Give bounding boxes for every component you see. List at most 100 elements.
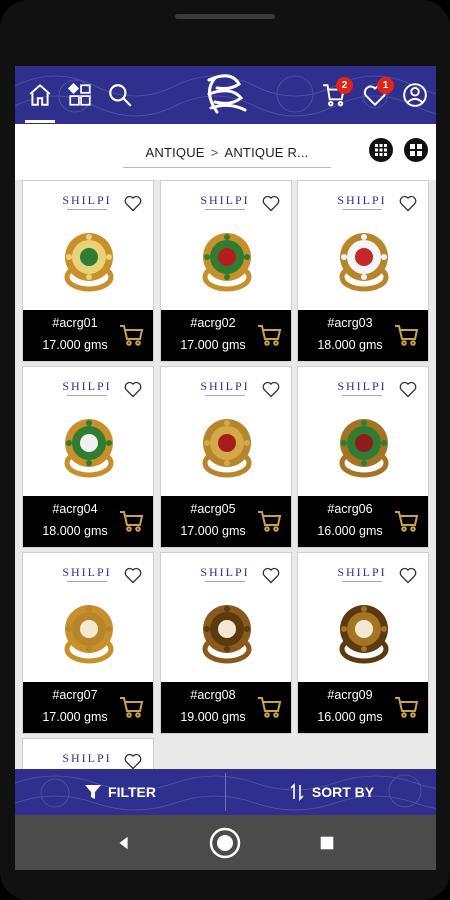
search-icon[interactable] [105,80,135,110]
home-icon[interactable] [25,80,55,110]
brand-logo-text: SHILPI [62,565,112,579]
phone-frame: 2 1 ANTIQUE > ANTIQUE R... SHILPI #acrg01 17… [0,0,450,900]
wishlist-heart-icon[interactable] [261,565,281,585]
brand-logo-icon[interactable] [201,72,249,118]
cart-count-badge: 2 [336,77,353,94]
product-info-bar: #acrg05 17.000 gms [161,496,291,547]
add-to-cart-icon[interactable] [394,323,420,347]
wishlist-heart-icon[interactable] [123,193,143,213]
add-to-cart-icon[interactable] [257,323,283,347]
brand-tagline-line [195,209,255,211]
product-card[interactable]: SHILPI #acrg05 17.000 gms [160,366,292,548]
cart-icon[interactable]: 2 [319,77,353,110]
brand-logo-text: SHILPI [337,565,387,579]
brand-tagline-line [332,581,392,583]
product-weight: 17.000 gms [42,338,108,352]
add-to-cart-icon[interactable] [257,695,283,719]
brand-logo-text: SHILPI [200,565,250,579]
product-card[interactable]: SHILPI #acrg04 18.000 gms [22,366,154,548]
add-to-cart-icon[interactable] [394,695,420,719]
brand-logo-text: SHILPI [200,193,250,207]
wishlist-heart-icon[interactable] [398,379,418,399]
wishlist-heart-icon[interactable] [123,751,143,770]
product-info-bar: #acrg03 18.000 gms [298,310,428,361]
product-code: #acrg03 [327,316,373,330]
home-active-indicator [25,120,55,123]
ring-image[interactable] [330,413,398,481]
filter-button[interactable]: FILTER [15,769,225,815]
breadcrumb-separator: > [210,145,219,160]
add-to-cart-icon[interactable] [119,323,145,347]
product-info-bar: #acrg09 16.000 gms [298,682,428,733]
wishlist-heart-icon[interactable] [123,379,143,399]
product-info-bar: #acrg06 16.000 gms [298,496,428,547]
wishlist-icon[interactable]: 1 [360,77,394,110]
product-weight: 17.000 gms [42,710,108,724]
brand-logo-text: SHILPI [62,379,112,393]
product-card[interactable]: SHILPI #acrg06 16.000 gms [297,366,429,548]
brand-tagline-line [57,395,117,397]
categories-icon[interactable] [65,80,95,110]
recents-icon[interactable] [311,827,343,859]
ring-image[interactable] [330,599,398,667]
product-weight: 17.000 gms [180,524,246,538]
sort-button[interactable]: SORT BY [226,769,436,815]
sort-icon [290,783,304,801]
add-to-cart-icon[interactable] [257,509,283,533]
brand-logo-text: SHILPI [337,193,387,207]
product-code: #acrg06 [327,502,373,516]
product-info-bar: #acrg04 18.000 gms [23,496,153,547]
ring-image[interactable] [193,599,261,667]
product-info-bar: #acrg08 19.000 gms [161,682,291,733]
ring-image[interactable] [193,413,261,481]
product-weight: 16.000 gms [317,710,383,724]
product-weight: 17.000 gms [180,338,246,352]
add-to-cart-icon[interactable] [119,695,145,719]
product-card[interactable]: SHILPI #acrg07 17.000 gms [22,552,154,734]
product-code: #acrg04 [52,502,98,516]
product-card-partial[interactable]: SHILPI [22,738,154,770]
system-nav-bar [15,815,436,870]
wishlist-heart-icon[interactable] [398,193,418,213]
product-weight: 18.000 gms [42,524,108,538]
ring-image[interactable] [55,227,123,295]
ring-image[interactable] [55,413,123,481]
wishlist-heart-icon[interactable] [398,565,418,585]
brand-tagline-line [195,581,255,583]
product-weight: 19.000 gms [180,710,246,724]
product-info-bar: #acrg01 17.000 gms [23,310,153,361]
wishlist-heart-icon[interactable] [123,565,143,585]
grid-view-2-icon[interactable] [404,138,428,162]
product-card[interactable]: SHILPI #acrg01 17.000 gms [22,180,154,362]
product-card[interactable]: SHILPI #acrg03 18.000 gms [297,180,429,362]
back-icon[interactable] [108,827,140,859]
brand-tagline-line [57,581,117,583]
product-card[interactable]: SHILPI #acrg09 16.000 gms [297,552,429,734]
breadcrumb-item-current[interactable]: ANTIQUE R... [224,145,308,160]
ring-image[interactable] [193,227,261,295]
breadcrumb-item-antique[interactable]: ANTIQUE [145,145,204,160]
product-card[interactable]: SHILPI #acrg08 19.000 gms [160,552,292,734]
sort-label: SORT BY [311,784,375,800]
grid-view-3-icon[interactable] [369,138,393,162]
brand-tagline-line [195,395,255,397]
add-to-cart-icon[interactable] [394,509,420,533]
app-header: 2 1 [15,66,436,124]
home-circle-icon[interactable] [209,827,241,859]
ring-image[interactable] [55,599,123,667]
app-screen: 2 1 ANTIQUE > ANTIQUE R... SHILPI #acrg01 17… [15,66,436,870]
product-card[interactable]: SHILPI #acrg02 17.000 gms [160,180,292,362]
brand-logo-text: SHILPI [200,379,250,393]
product-code: #acrg09 [327,688,373,702]
brand-tagline-line [57,209,117,211]
ring-image[interactable] [330,227,398,295]
add-to-cart-icon[interactable] [119,509,145,533]
wishlist-count-badge: 1 [377,77,394,94]
product-weight: 18.000 gms [317,338,383,352]
wishlist-heart-icon[interactable] [261,379,281,399]
profile-icon[interactable] [400,80,430,110]
product-code: #acrg08 [190,688,236,702]
product-code: #acrg02 [190,316,236,330]
product-weight: 16.000 gms [317,524,383,538]
wishlist-heart-icon[interactable] [261,193,281,213]
